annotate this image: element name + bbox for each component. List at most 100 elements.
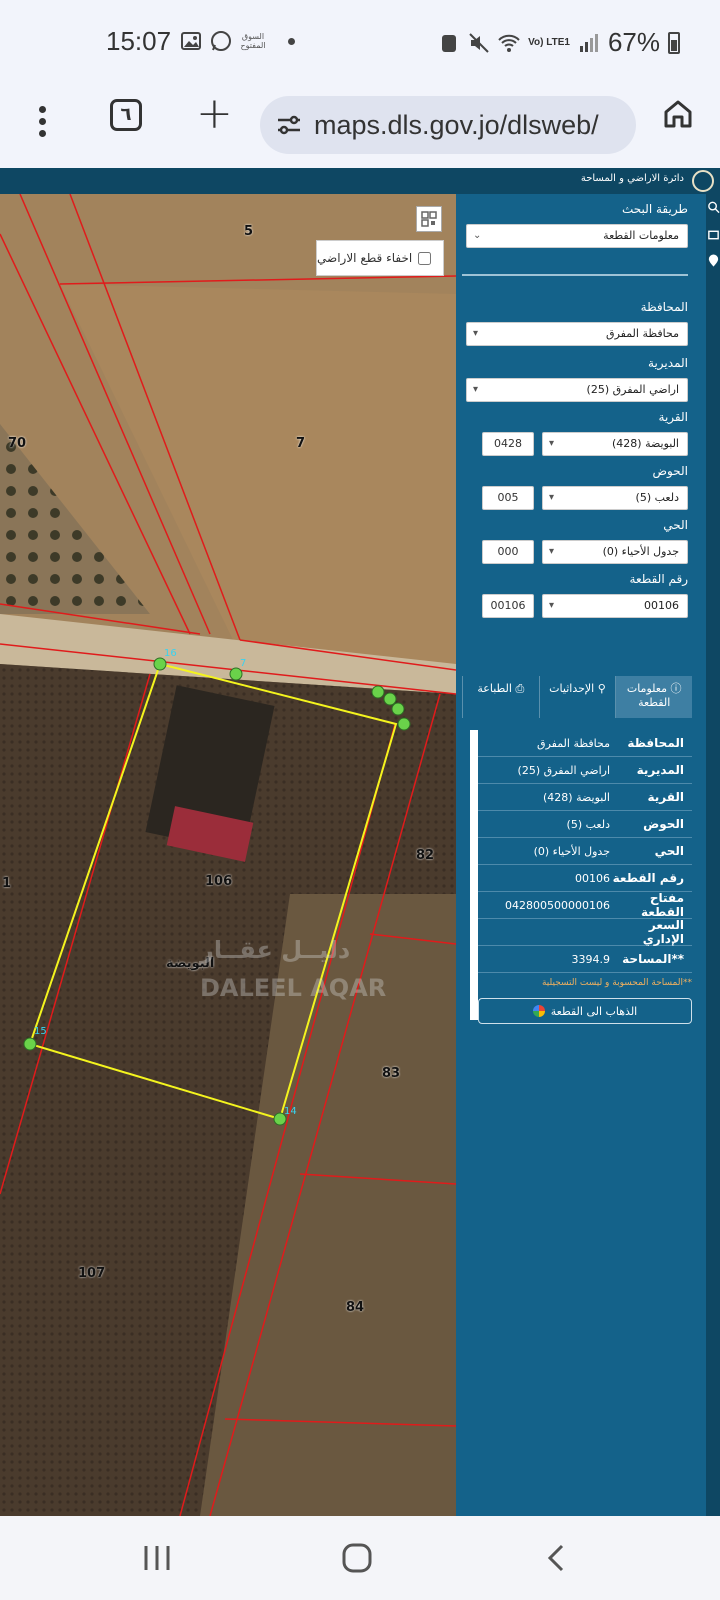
area-note: **المساحة المحسوبة و ليست التسجيلية xyxy=(541,978,692,988)
location-pin-icon[interactable] xyxy=(707,254,720,268)
go-to-parcel-button[interactable]: الذهاب الى القطعة xyxy=(478,998,692,1024)
google-icon xyxy=(532,1005,545,1017)
chevron-down-icon: ⌄ xyxy=(473,230,482,241)
parcel-label: 83 xyxy=(382,1066,401,1081)
scrollbar[interactable] xyxy=(470,730,478,1020)
parcel-number-value: 00106 xyxy=(644,599,679,612)
back-icon[interactable] xyxy=(540,1542,574,1574)
table-row: **المساحة 3394.9 xyxy=(478,946,692,973)
vertex-label: 15 xyxy=(34,1026,47,1037)
layers-icon[interactable] xyxy=(707,228,720,242)
qr-icon xyxy=(421,211,437,227)
tab-coordinates[interactable]: ⚲ الإحداثيات xyxy=(538,676,616,718)
tab-parcel-info-label: معلومات القطعة xyxy=(626,682,671,709)
neighborhood-code-input[interactable]: 000 xyxy=(482,540,534,564)
tab-coordinates-label: الإحداثيات xyxy=(549,682,595,695)
basin-code-input[interactable]: 005 xyxy=(482,486,534,510)
tab-switcher-button[interactable]: ٦ xyxy=(110,99,142,131)
info-tabs: ⓘ معلومات القطعة ⚲ الإحداثيات ⎙ الطباعة xyxy=(461,676,692,718)
address-bar[interactable]: maps.dls.gov.jo/dlsweb/ xyxy=(260,96,636,154)
chevron-down-icon: ▾ xyxy=(549,438,555,449)
hide-parcels-toggle[interactable]: اخفاء قطع الاراضي xyxy=(316,240,444,276)
whatsapp-icon xyxy=(211,31,231,51)
directorate-label: المديرية xyxy=(648,356,688,370)
directorate-value: اراضي المفرق (25) xyxy=(586,383,679,396)
web-page: دائرة الاراضي و المساحة 5 70 7 82 106 1 … xyxy=(0,168,720,1516)
neighborhood-label: الحي xyxy=(663,518,688,532)
governorate-label: المحافظة xyxy=(640,300,688,314)
parcel-label: 5 xyxy=(244,224,254,239)
dls-logo xyxy=(692,170,714,192)
search-panel: طريقة البحث معلومات القطعة ⌄ المحافظة مح… xyxy=(456,194,706,1516)
search-method-label: طريقة البحث xyxy=(622,202,688,216)
info-icon: ⓘ xyxy=(666,682,682,695)
vertex-label: 16 xyxy=(164,648,177,659)
site-header: دائرة الاراضي و المساحة xyxy=(0,168,720,194)
signal-icon xyxy=(579,33,598,52)
table-row: المديرية اراضي المفرق (25) xyxy=(478,757,692,784)
chevron-down-icon: ▾ xyxy=(549,600,555,611)
parcel-label: 107 xyxy=(78,1266,106,1281)
system-icons: Vo) LTE1 67% xyxy=(438,27,680,58)
site-title: دائرة الاراضي و المساحة xyxy=(580,173,684,184)
chevron-down-icon: ▾ xyxy=(549,492,555,503)
system-nav-bar xyxy=(0,1516,720,1600)
search-method-value: معلومات القطعة xyxy=(603,229,679,242)
parcel-number-code-input[interactable]: 00106 xyxy=(482,594,534,618)
satellite-map[interactable] xyxy=(0,194,456,1516)
gallery-icon xyxy=(181,32,201,50)
divider xyxy=(462,274,688,276)
chevron-down-icon: ▾ xyxy=(473,328,479,339)
home-nav-icon[interactable] xyxy=(340,1542,374,1574)
site-settings-icon[interactable] xyxy=(276,114,302,136)
home-icon[interactable] xyxy=(662,98,694,130)
village-label: القرية xyxy=(658,410,688,424)
table-row: القرية البويضة (428) xyxy=(478,784,692,811)
go-to-parcel-label: الذهاب الى القطعة xyxy=(550,1004,638,1018)
parcel-label: 82 xyxy=(416,848,435,863)
recent-apps-icon[interactable] xyxy=(140,1542,174,1574)
status-bar: 15:07 السوق المفتوح Vo) LTE1 67% xyxy=(0,0,720,84)
village-value: البويضة (428) xyxy=(612,437,679,450)
table-row: السعر الإداري xyxy=(478,918,692,946)
neighborhood-select[interactable]: جدول الأحياء (0) ▾ xyxy=(542,540,688,564)
parcel-info-table: المحافظة محافظة المفرق المديرية اراضي المف… xyxy=(462,730,692,1030)
market-app-icon: السوق المفتوح xyxy=(240,32,266,50)
village-map-label: البويضة xyxy=(166,956,215,971)
parcel-label: 70 xyxy=(8,436,27,451)
menu-icon[interactable] xyxy=(32,102,52,146)
side-rail xyxy=(706,194,720,1516)
battery-percent: 67% xyxy=(607,27,660,57)
chevron-down-icon: ▾ xyxy=(549,546,555,557)
vertex-label: 7 xyxy=(240,658,247,669)
parcel-number-label: رقم القطعة xyxy=(629,572,688,586)
more-notifications-icon xyxy=(288,37,295,45)
village-code-input[interactable]: 0428 xyxy=(482,432,534,456)
map-view[interactable]: 5 70 7 82 106 1 83 107 84 البويضة 16 7 1… xyxy=(0,194,456,1516)
basin-select[interactable]: دلعب (5) ▾ xyxy=(542,486,688,510)
table-row: الحي جدول الأحياء (0) xyxy=(478,838,692,865)
hide-parcels-checkbox[interactable] xyxy=(418,251,432,265)
tab-parcel-info[interactable]: ⓘ معلومات القطعة xyxy=(615,676,692,718)
tab-print[interactable]: ⎙ الطباعة xyxy=(461,676,539,718)
wifi-icon xyxy=(498,34,520,52)
governorate-select[interactable]: محافظة المفرق ▾ xyxy=(466,322,688,346)
tab-print-label: الطباعة xyxy=(477,682,512,695)
new-tab-icon[interactable]: + xyxy=(196,92,233,136)
lte-indicator: Vo) LTE1 xyxy=(528,37,570,48)
village-select[interactable]: البويضة (428) ▾ xyxy=(542,432,688,456)
directorate-select[interactable]: اراضي المفرق (25) ▾ xyxy=(466,378,688,402)
table-row: الحوض دلعب (5) xyxy=(478,811,692,838)
search-icon[interactable] xyxy=(707,200,720,214)
clock: 15:07 xyxy=(106,26,172,56)
table-row: رقم القطعة 00106 xyxy=(478,865,692,892)
mute-icon xyxy=(469,32,489,53)
parcel-label: 1 xyxy=(2,876,12,891)
parcel-number-select[interactable]: 00106 ▾ xyxy=(542,594,688,618)
qr-code-button[interactable] xyxy=(416,206,442,232)
parcel-label: 7 xyxy=(296,436,306,451)
search-method-select[interactable]: معلومات القطعة ⌄ xyxy=(466,224,688,248)
basin-value: دلعب (5) xyxy=(635,491,679,504)
print-icon: ⎙ xyxy=(511,682,525,695)
url-text[interactable]: maps.dls.gov.jo/dlsweb/ xyxy=(314,110,599,141)
